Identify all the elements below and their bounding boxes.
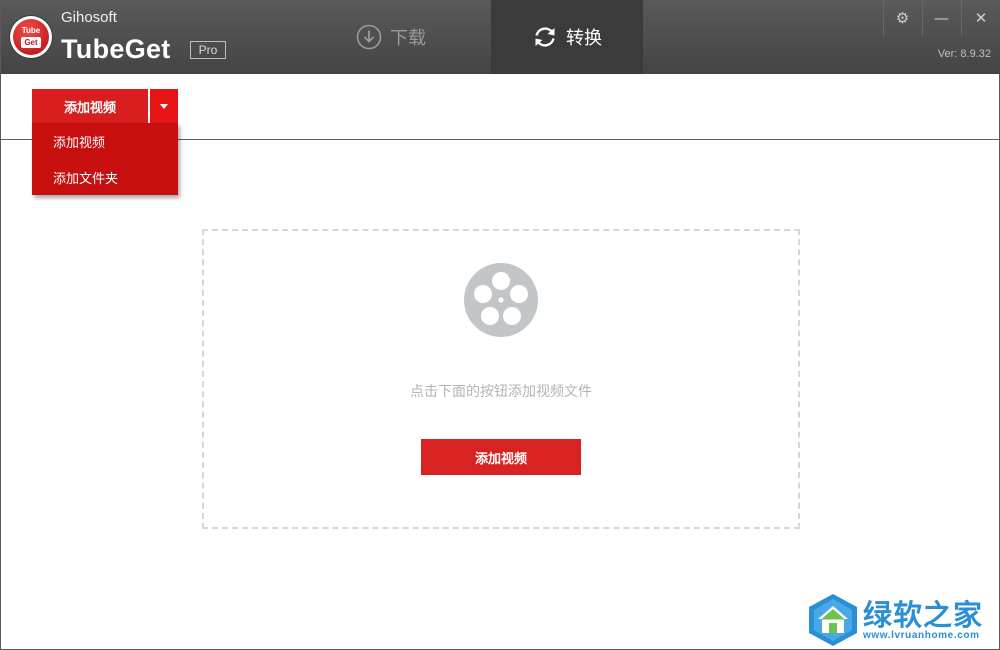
title-bar: Tube Get Gihosoft TubeGet Pro 下载 转换 ⚙ — … xyxy=(1,0,1000,74)
add-video-button[interactable]: 添加视频 xyxy=(32,89,148,123)
watermark-url: www.lvruanhome.com xyxy=(863,630,980,641)
logo-text-bottom: Get xyxy=(21,37,41,48)
tab-convert-label: 转换 xyxy=(566,28,602,49)
minimize-icon: — xyxy=(934,9,949,27)
convert-icon xyxy=(535,27,555,47)
add-video-dropdown-toggle[interactable] xyxy=(150,89,178,123)
edition-badge: Pro xyxy=(190,41,226,59)
video-drop-zone[interactable]: 点击下面的按钮添加视频文件 添加视频 xyxy=(202,229,800,529)
watermark: 绿软之家 www.lvruanhome.com xyxy=(801,590,999,648)
product-name: TubeGet xyxy=(61,34,171,64)
menu-item-add-video[interactable]: 添加视频 xyxy=(32,123,178,159)
watermark-title: 绿软之家 xyxy=(863,598,984,632)
drop-zone-hint: 点击下面的按钮添加视频文件 xyxy=(410,384,592,400)
tab-convert[interactable]: 转换 xyxy=(491,0,643,74)
version-label: Ver: 8.9.32 xyxy=(937,48,991,60)
company-name: Gihosoft xyxy=(61,9,117,26)
settings-button[interactable]: ⚙ xyxy=(883,0,921,36)
add-video-split-button: 添加视频 xyxy=(32,89,178,123)
download-icon xyxy=(356,24,382,50)
app-window: Tube Get Gihosoft TubeGet Pro 下载 转换 ⚙ — … xyxy=(0,0,1000,650)
close-icon: ✕ xyxy=(974,9,988,27)
app-logo-icon: Tube Get xyxy=(10,16,52,58)
close-button[interactable]: ✕ xyxy=(961,0,1000,36)
house-logo-icon xyxy=(809,594,857,646)
logo-text-top: Tube xyxy=(21,26,41,35)
film-reel-icon xyxy=(464,263,538,337)
minimize-button[interactable]: — xyxy=(922,0,960,36)
tab-download-label: 下载 xyxy=(390,28,426,49)
gear-icon: ⚙ xyxy=(895,9,910,27)
caret-down-icon xyxy=(160,103,168,109)
menu-item-add-folder[interactable]: 添加文件夹 xyxy=(32,159,178,195)
tab-download[interactable]: 下载 xyxy=(341,0,441,74)
add-video-center-button[interactable]: 添加视频 xyxy=(421,439,581,475)
add-video-dropdown-menu: 添加视频 添加文件夹 xyxy=(32,123,178,195)
